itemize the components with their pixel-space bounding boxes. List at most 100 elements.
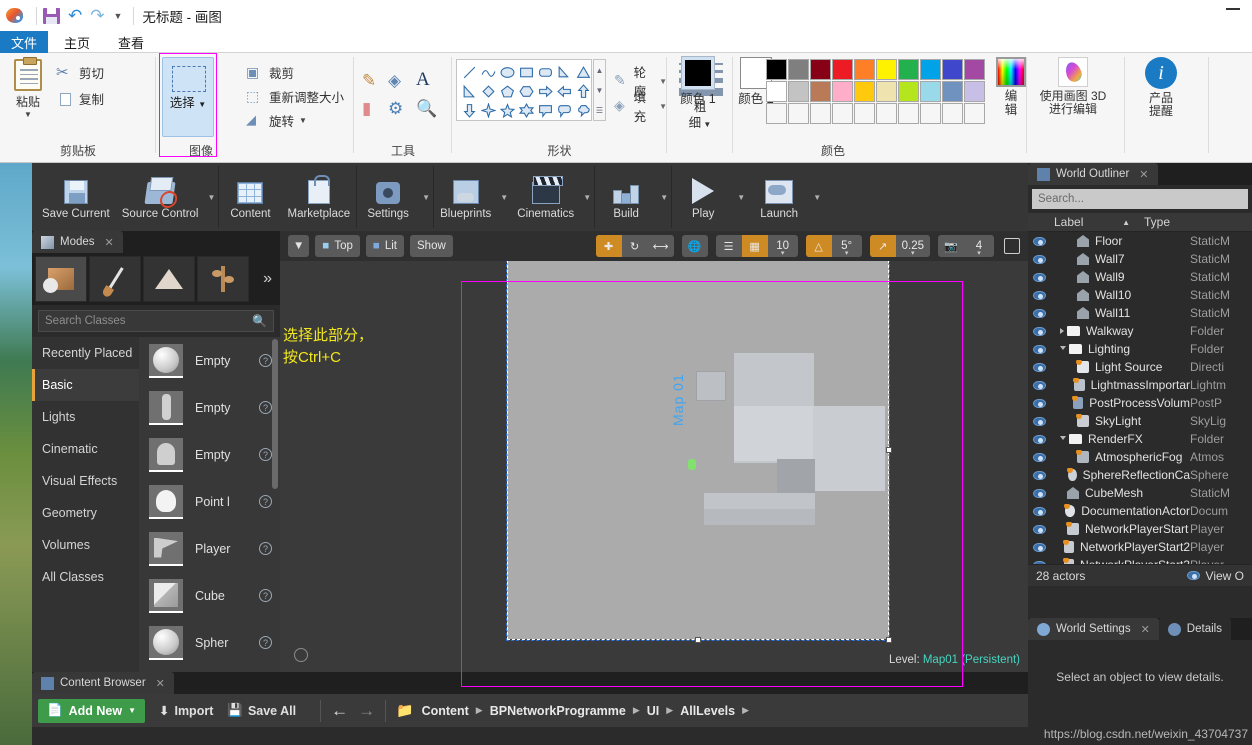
visibility-toggle[interactable] bbox=[1028, 236, 1050, 246]
resize-button[interactable]: ⬚ 重新调整大小 bbox=[246, 87, 344, 106]
visibility-toggle[interactable] bbox=[1028, 488, 1050, 498]
view-options-button[interactable]: View O bbox=[1186, 569, 1244, 583]
color1-button[interactable]: 颜色 1 bbox=[669, 56, 727, 106]
visibility-toggle[interactable] bbox=[1028, 326, 1050, 336]
shape-diagonal-line-icon[interactable] bbox=[460, 82, 479, 101]
text-icon[interactable]: A bbox=[416, 69, 430, 91]
color-palette[interactable] bbox=[765, 58, 985, 124]
place-actor-item[interactable]: Point l? bbox=[139, 478, 280, 525]
save-icon[interactable] bbox=[43, 7, 60, 24]
search-classes-field[interactable]: 🔍 bbox=[38, 310, 274, 332]
visibility-toggle[interactable] bbox=[1028, 416, 1050, 426]
search-input[interactable] bbox=[45, 315, 253, 327]
add-new-button[interactable]: 📄 Add New ▼ bbox=[38, 698, 145, 723]
eraser-icon[interactable]: ▮ bbox=[362, 99, 371, 119]
place-actor-item[interactable]: Cube? bbox=[139, 572, 280, 619]
palette-swatch-r2-c3[interactable] bbox=[809, 80, 831, 102]
viewport-eye-icon[interactable] bbox=[294, 648, 308, 662]
camera-mode-button[interactable]: ■ Top bbox=[315, 235, 360, 257]
place-actor-item[interactable]: Empty? bbox=[139, 431, 280, 478]
visibility-toggle[interactable] bbox=[1028, 560, 1050, 564]
category-basic[interactable]: Basic bbox=[32, 369, 139, 401]
palette-swatch-r1-c4[interactable] bbox=[831, 58, 853, 80]
chevron-down-icon[interactable]: ▼ bbox=[4, 110, 52, 119]
shape-up-arrow-icon[interactable] bbox=[574, 82, 593, 101]
magnifier-icon[interactable]: 🔍 bbox=[416, 99, 437, 119]
camera-speed-value[interactable]: 4 bbox=[964, 240, 994, 252]
shape-five-point-star-icon[interactable] bbox=[498, 101, 517, 120]
palette-swatch-r2-c2[interactable] bbox=[787, 80, 809, 102]
import-button[interactable]: ⬇ Import bbox=[159, 703, 213, 719]
visibility-toggle[interactable] bbox=[1028, 308, 1050, 318]
collapse-icon[interactable] bbox=[1060, 345, 1066, 353]
minimize-icon[interactable] bbox=[1226, 8, 1240, 10]
redo-icon[interactable]: ↷ bbox=[90, 7, 104, 24]
palette-swatch-r2-c7[interactable] bbox=[897, 80, 919, 102]
paint-mode-icon[interactable] bbox=[89, 256, 141, 302]
shape-triangle-icon[interactable] bbox=[574, 63, 593, 82]
shape-rounded-callout-icon[interactable] bbox=[555, 101, 574, 120]
settings-button[interactable]: Settings bbox=[357, 166, 419, 228]
visibility-toggle[interactable] bbox=[1028, 254, 1050, 264]
help-icon[interactable]: ? bbox=[259, 354, 272, 367]
category-geometry[interactable]: Geometry bbox=[32, 497, 139, 529]
palette-swatch-r3-c5[interactable] bbox=[853, 102, 875, 124]
outliner-row[interactable]: AtmosphericFog Atmos bbox=[1028, 448, 1252, 466]
cinematics-dropdown-icon[interactable]: ▼ bbox=[580, 166, 594, 228]
settings-dropdown-icon[interactable]: ▼ bbox=[419, 166, 433, 228]
launch-button[interactable]: Launch bbox=[748, 166, 810, 228]
outliner-row[interactable]: Walkway Folder bbox=[1028, 322, 1252, 340]
palette-swatch-r3-c3[interactable] bbox=[809, 102, 831, 124]
cinematics-button[interactable]: Cinematics bbox=[511, 166, 580, 228]
outliner-row[interactable]: Floor StaticM bbox=[1028, 232, 1252, 250]
place-actor-item[interactable]: Empty? bbox=[139, 384, 280, 431]
shape-left-arrow-icon[interactable] bbox=[555, 82, 574, 101]
shape-right-arrow-icon[interactable] bbox=[536, 82, 555, 101]
tab-world-settings[interactable]: World Settings ✕ bbox=[1028, 618, 1159, 640]
close-icon[interactable]: ✕ bbox=[1141, 623, 1150, 636]
angle-snap-icon[interactable]: △ bbox=[805, 235, 832, 257]
show-flags-button[interactable]: Show bbox=[410, 235, 453, 257]
translate-icon[interactable]: ✚ bbox=[595, 235, 622, 257]
crop-button[interactable]: ▣ 裁剪 bbox=[246, 63, 294, 82]
rotate-button[interactable]: ◢ 旋转 ▼ bbox=[246, 111, 307, 130]
help-icon[interactable]: ? bbox=[259, 448, 272, 461]
visibility-toggle[interactable] bbox=[1028, 506, 1050, 516]
source-control-button[interactable]: Source Control bbox=[116, 166, 205, 228]
outliner-row[interactable]: CubeMesh StaticM bbox=[1028, 484, 1252, 502]
maximize-icon[interactable] bbox=[1004, 238, 1020, 254]
outliner-row[interactable]: LightmassImportar Lightm bbox=[1028, 376, 1252, 394]
shapes-gallery[interactable] bbox=[456, 59, 592, 121]
blueprints-button[interactable]: Blueprints bbox=[434, 166, 497, 228]
shapes-scrollbar[interactable]: ▲ ▼ ☰ bbox=[593, 59, 606, 121]
undo-icon[interactable]: ↶ bbox=[68, 7, 82, 24]
quick-access-more-icon[interactable]: ▼ bbox=[114, 11, 123, 21]
play-dropdown-icon[interactable]: ▼ bbox=[734, 166, 748, 228]
place-actor-item[interactable]: Spher? bbox=[139, 619, 280, 666]
shape-hexagon-icon[interactable] bbox=[517, 82, 536, 101]
visibility-toggle[interactable] bbox=[1028, 380, 1050, 390]
scale-snap-icon[interactable]: ↗ bbox=[869, 235, 896, 257]
outliner-row[interactable]: RenderFX Folder bbox=[1028, 430, 1252, 448]
viewport-canvas[interactable]: Map 01 Level: Map01 (Persistent) bbox=[280, 261, 1028, 672]
palette-swatch-r2-c1[interactable] bbox=[765, 80, 787, 102]
place-actor-item[interactable]: Player? bbox=[139, 525, 280, 572]
outliner-row[interactable]: NetworkPlayerStart Player bbox=[1028, 520, 1252, 538]
column-header-label[interactable]: Label ▲ bbox=[1028, 215, 1144, 229]
close-icon[interactable]: ✕ bbox=[156, 677, 165, 690]
shape-line-icon[interactable] bbox=[460, 63, 479, 82]
marketplace-button[interactable]: Marketplace bbox=[281, 166, 356, 228]
tab-content-browser[interactable]: Content Browser ✕ bbox=[32, 672, 174, 694]
chevron-double-right-icon[interactable]: » bbox=[257, 270, 278, 288]
visibility-toggle[interactable] bbox=[1028, 542, 1050, 552]
play-button[interactable]: Play bbox=[672, 166, 734, 228]
outliner-search-input[interactable] bbox=[1038, 193, 1242, 205]
scroll-expand-icon[interactable]: ☰ bbox=[596, 106, 603, 115]
palette-swatch-r2-c6[interactable] bbox=[875, 80, 897, 102]
place-mode-icon[interactable] bbox=[35, 256, 87, 302]
palette-swatch-r3-c10[interactable] bbox=[963, 102, 985, 124]
shape-down-arrow-icon[interactable] bbox=[460, 101, 479, 120]
pencil-icon[interactable]: ✎ bbox=[362, 71, 376, 91]
grid-snap-value[interactable]: 10 bbox=[768, 240, 798, 252]
shape-rectangle-icon[interactable] bbox=[517, 63, 536, 82]
